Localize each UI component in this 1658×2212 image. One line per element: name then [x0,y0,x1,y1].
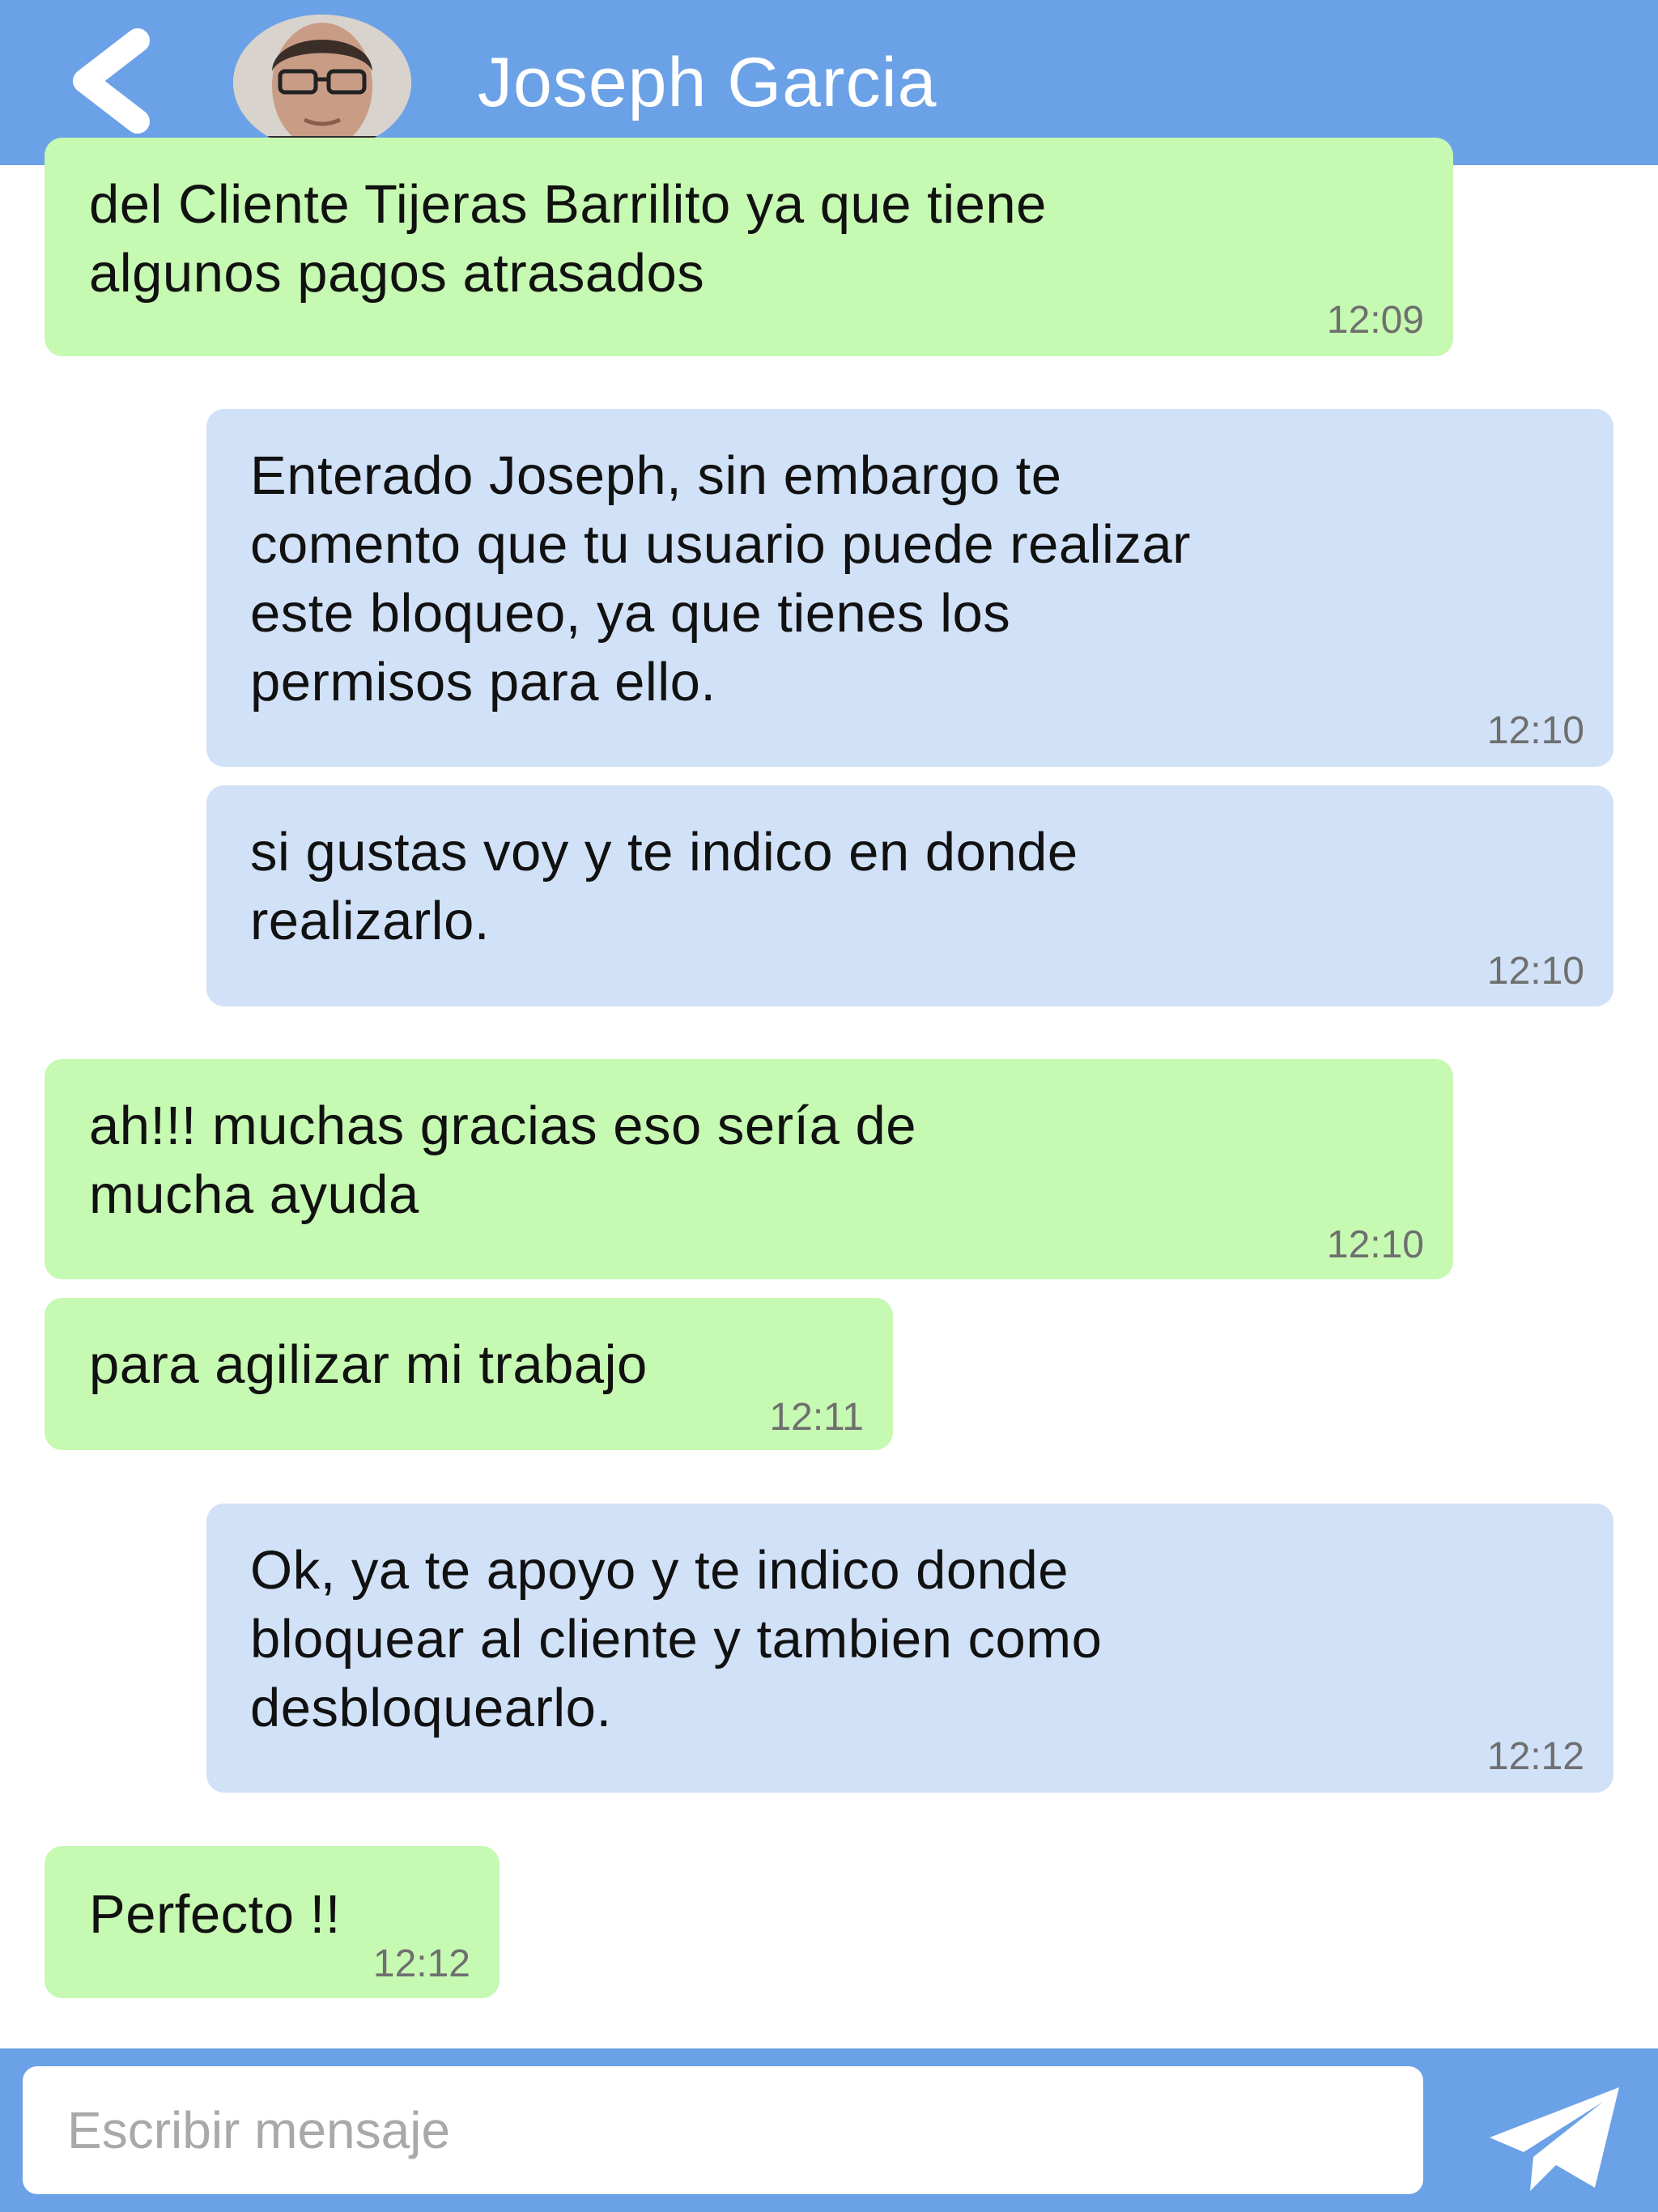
message-text: para agilizar mi trabajo [89,1330,648,1399]
message-text: del Cliente Tijeras Barrilito ya que tie… [89,170,1047,308]
contact-avatar [233,15,411,151]
message-bubble-outgoing: Ok, ya te apoyo y te indico donde bloque… [206,1504,1613,1793]
message-text-content: del Cliente Tijeras Barrilito ya que tie… [89,174,1047,304]
chevron-left-icon [73,28,150,134]
message-time: 12:10 [1326,1223,1424,1266]
message-text: si gustas voy y te indico en donde reali… [250,818,1078,955]
message-time: 12:10 [1486,709,1584,752]
message-time: 12:10 [1486,950,1584,993]
message-text-content: Perfecto !! [89,1884,341,1945]
back-button[interactable] [57,24,162,138]
message-text-content: si gustas voy y te indico en donde reali… [250,822,1078,951]
send-button[interactable] [1482,2081,1627,2194]
message-bubble-outgoing: Enterado Joseph, sin embargo te comento … [206,409,1613,767]
message-text: Enterado Joseph, sin embargo te comento … [250,441,1191,717]
message-bubble-incoming: del Cliente Tijeras Barrilito ya que tie… [45,138,1453,356]
message-text-content: Enterado Joseph, sin embargo te comento … [250,445,1191,713]
message-text-content: ah!!! muchas gracias eso sería de mucha … [89,1095,917,1225]
message-bubble-incoming: Perfecto !! 12:12 [45,1846,500,1998]
message-bubble-incoming: ah!!! muchas gracias eso sería de mucha … [45,1059,1453,1279]
message-text-content: Ok, ya te apoyo y te indico donde bloque… [250,1540,1103,1738]
message-time: 12:09 [1326,299,1424,342]
message-time: 12:12 [372,1942,470,1985]
message-time: 12:12 [1486,1735,1584,1778]
message-composer [0,2048,1658,2212]
message-time: 12:11 [769,1396,864,1439]
message-bubble-incoming: para agilizar mi trabajo 12:11 [45,1298,893,1450]
contact-name: Joseph Garcia [478,44,937,121]
message-bubble-outgoing: si gustas voy y te indico en donde reali… [206,785,1613,1006]
message-text: Ok, ya te apoyo y te indico donde bloque… [250,1536,1102,1742]
message-text-content: para agilizar mi trabajo [89,1334,648,1395]
paper-plane-send-icon [1490,2087,1619,2191]
message-text: ah!!! muchas gracias eso sería de mucha … [89,1091,916,1229]
avatar[interactable] [233,15,411,151]
message-text: Perfecto !! [89,1880,341,1949]
message-input[interactable] [23,2066,1423,2194]
